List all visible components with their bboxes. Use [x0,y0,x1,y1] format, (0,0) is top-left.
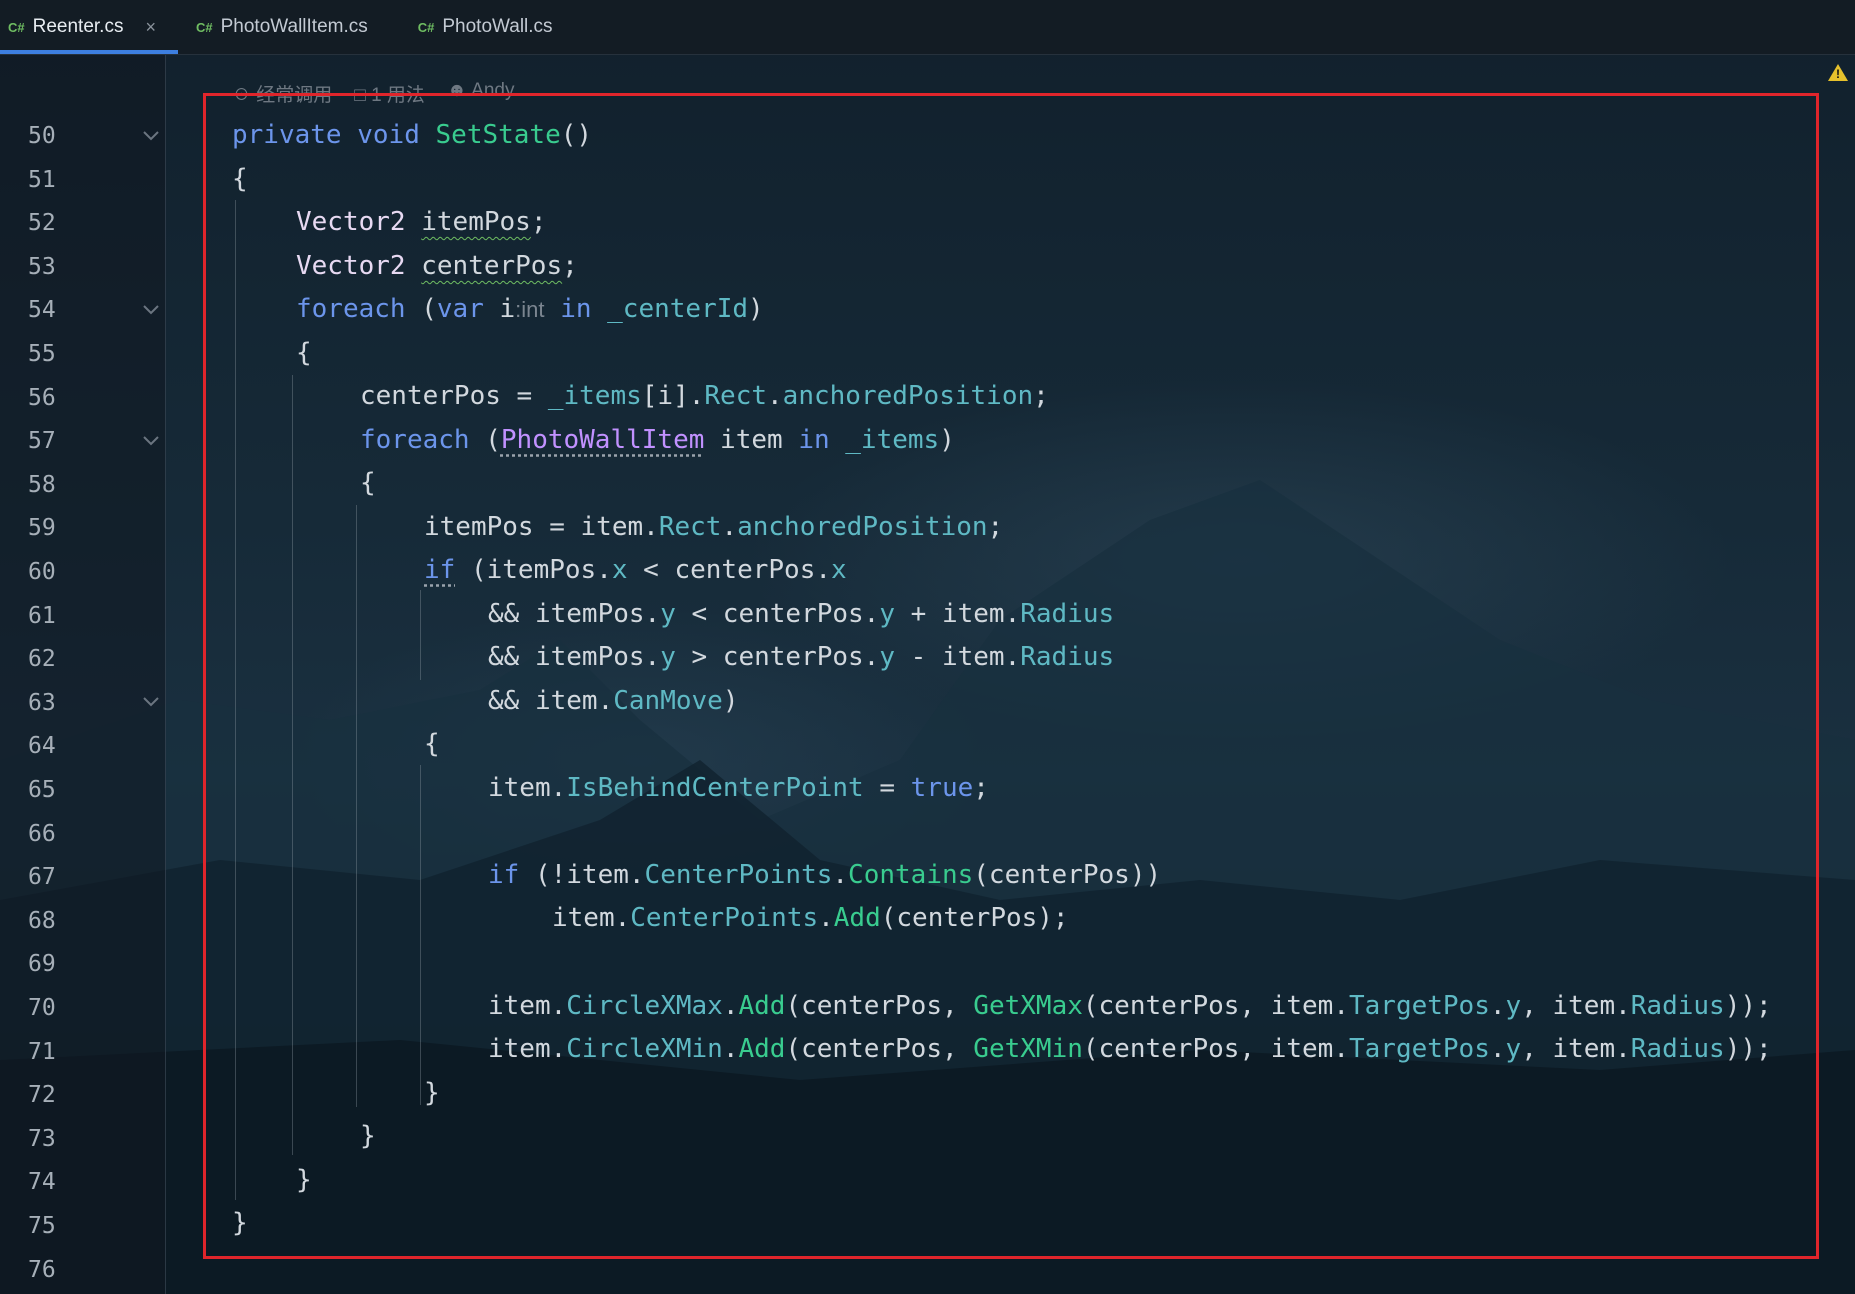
line-number: 75 [28,1213,56,1239]
line-number: 74 [28,1169,56,1196]
csharp-file-icon: C# [196,19,213,35]
line-number: 65 [28,777,56,803]
highlight-box [203,93,1819,1259]
line-number: 52 [28,210,56,237]
line-number: 63 [28,689,56,716]
line-number: 73 [28,1125,56,1152]
line-number: 51 [28,166,56,193]
line-number: 70 [28,995,56,1021]
line-number: 55 [28,341,56,367]
line-number: 64 [28,733,56,760]
line-number: 69 [28,951,56,978]
line-number: 56 [28,384,56,411]
code-editor[interactable]: private void SetState() { Vector2 itemPo… [0,0,1772,1238]
line-number: 68 [28,907,56,934]
tab-label: PhotoWallItem.cs [220,16,368,37]
line-number: 59 [28,515,56,542]
line-number: 72 [28,1082,56,1109]
csharp-file-icon: C# [417,19,435,35]
line-number: 61 [28,602,56,629]
tab-label: Reenter.cs [32,16,124,37]
line-number: 76 [28,1256,56,1283]
line-number: 57 [28,428,56,455]
line-number: 66 [28,820,56,847]
tab-photowall[interactable]: C# PhotoWall.cs [396,0,581,54]
editor-tab-bar: C# Reenter.cs × C# PhotoWallItem.cs C# P… [0,0,1855,55]
line-number: 53 [28,253,56,280]
tab-label: PhotoWall.cs [442,16,553,37]
warning-icon[interactable]: ! [1828,64,1848,81]
line-number: 54 [28,297,56,324]
line-number: 67 [28,864,56,891]
line-number: 62 [28,646,56,673]
line-number: 50 [28,123,56,149]
line-number: 60 [28,559,56,585]
line-number: 71 [28,1038,56,1065]
line-number: 58 [28,471,56,498]
tab-photowallitem[interactable]: C# PhotoWallItem.cs [178,0,396,54]
close-icon[interactable]: × [145,17,156,38]
